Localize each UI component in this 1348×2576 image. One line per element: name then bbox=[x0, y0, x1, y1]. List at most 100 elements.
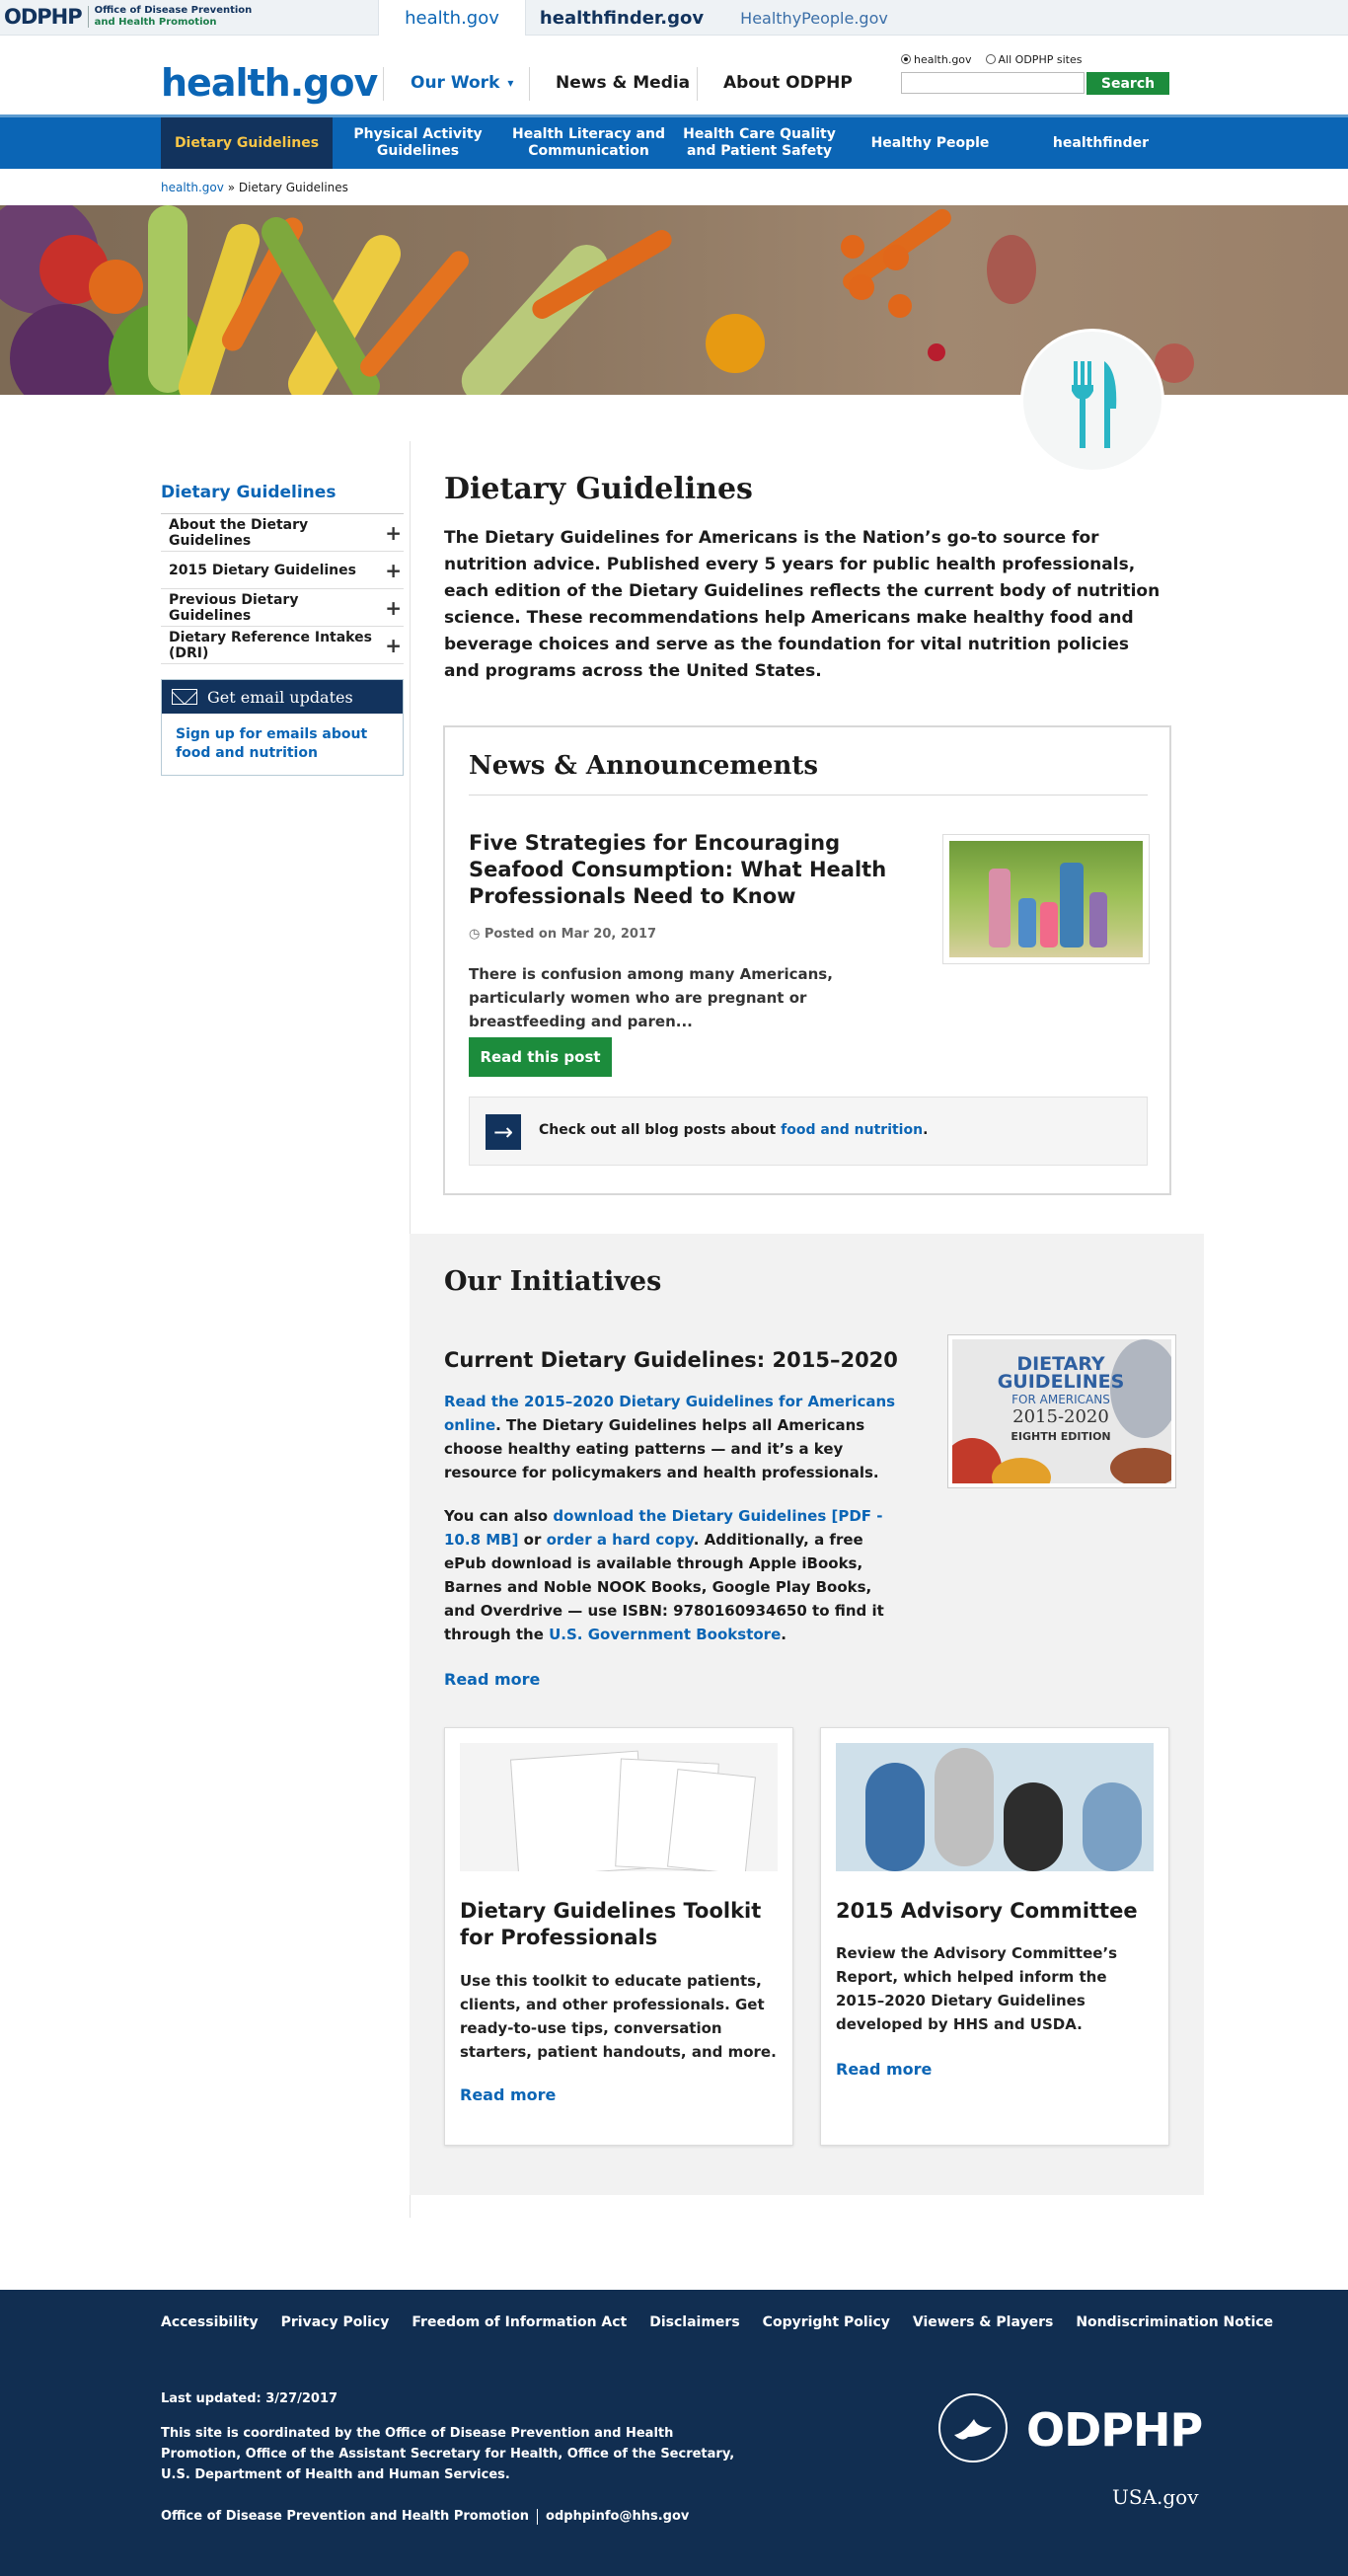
plus-icon[interactable]: + bbox=[385, 521, 402, 545]
sidebar-item-label: About the Dietary Guidelines bbox=[169, 516, 309, 549]
footer-email-link[interactable]: odphpinfo@hhs.gov bbox=[546, 2509, 689, 2525]
nav-our-work-label: Our Work bbox=[411, 73, 500, 93]
odphp-logo-mark: ODPHP bbox=[4, 5, 83, 29]
gov-bookstore-link[interactable]: U.S. Government Bookstore bbox=[549, 1626, 781, 1643]
scope-all-sites[interactable]: All ODPHP sites bbox=[985, 53, 1082, 66]
toolkit-card-title[interactable]: Dietary Guidelines Toolkit for Professio… bbox=[460, 1898, 780, 1951]
footer-odphp-logo[interactable]: ODPHP bbox=[1026, 2403, 1203, 2457]
footer-link-accessibility[interactable]: Accessibility bbox=[161, 2314, 259, 2330]
odphp-logo[interactable]: ODPHP Office of Disease Prevention and He… bbox=[4, 5, 252, 29]
brand-logo[interactable]: health.gov bbox=[161, 61, 378, 105]
advisory-image[interactable] bbox=[836, 1743, 1154, 1871]
order-hard-copy-link[interactable]: order a hard copy bbox=[547, 1531, 694, 1549]
site-footer: Accessibility Privacy Policy Freedom of … bbox=[0, 2290, 1348, 2576]
person-shape bbox=[1083, 1782, 1142, 1871]
advisory-card-title[interactable]: 2015 Advisory Committee bbox=[836, 1898, 1156, 1925]
footer-office: Office of Disease Prevention and Health … bbox=[161, 2509, 530, 2524]
food-nutrition-link[interactable]: food and nutrition bbox=[781, 1122, 923, 1138]
site-tab-healthypeople[interactable]: HealthyPeople.gov bbox=[720, 0, 908, 36]
plus-icon[interactable]: + bbox=[385, 596, 402, 620]
read-post-button[interactable]: Read this post bbox=[469, 1037, 612, 1077]
footer-coordination: This site is coordinated by the Office o… bbox=[161, 2426, 735, 2482]
news-announcements: News & Announcements Five Strategies for… bbox=[443, 725, 1171, 1195]
hhs-seal-icon[interactable] bbox=[938, 2393, 1008, 2462]
cover-line-2: GUIDELINES bbox=[997, 1371, 1125, 1393]
initiatives-read-more[interactable]: Read more bbox=[444, 1670, 540, 1689]
utility-bar: ODPHP Office of Disease Prevention and He… bbox=[0, 0, 1348, 37]
post-date: Posted on Mar 20, 2017 bbox=[484, 927, 657, 942]
plus-icon[interactable]: + bbox=[385, 634, 402, 657]
sidebar-nav: About the Dietary Guidelines + 2015 Dieta… bbox=[161, 513, 404, 664]
footer-links: Accessibility Privacy Policy Freedom of … bbox=[161, 2314, 1273, 2330]
nav-about-odphp[interactable]: About ODPHP bbox=[723, 73, 853, 93]
divider bbox=[529, 67, 530, 101]
radio-selected-icon[interactable] bbox=[901, 54, 911, 64]
pepper-shape bbox=[706, 314, 765, 373]
figure-shape bbox=[1040, 902, 1058, 947]
footer-link-copyright[interactable]: Copyright Policy bbox=[763, 2314, 890, 2330]
initiatives-paragraph-1: Read the 2015–2020 Dietary Guidelines fo… bbox=[444, 1390, 903, 1484]
callout-text: Check out all blog posts about bbox=[539, 1122, 782, 1138]
main-nav-health-literacy[interactable]: Health Literacy and Communication bbox=[503, 117, 674, 169]
footer-link-disclaimers[interactable]: Disclaimers bbox=[649, 2314, 739, 2330]
nav-our-work[interactable]: Our Work ▾ bbox=[411, 73, 513, 93]
person-shape bbox=[1004, 1782, 1063, 1871]
page-intro: The Dietary Guidelines for Americans is … bbox=[444, 528, 1161, 681]
footer-link-foia[interactable]: Freedom of Information Act bbox=[412, 2314, 627, 2330]
envelope-icon bbox=[172, 689, 197, 705]
logo-line-2: and Health Promotion bbox=[94, 17, 217, 28]
post-image[interactable] bbox=[942, 834, 1150, 964]
initiatives-paragraph-2: You can also download the Dietary Guidel… bbox=[444, 1504, 908, 1646]
main-nav-dietary-guidelines[interactable]: Dietary Guidelines bbox=[161, 117, 333, 169]
toolkit-read-more[interactable]: Read more bbox=[460, 2085, 556, 2104]
email-updates-header: Get email updates bbox=[162, 680, 403, 714]
chevron-down-icon: ▾ bbox=[507, 76, 514, 90]
breadcrumb-home[interactable]: health.gov bbox=[161, 181, 224, 194]
leek-shape bbox=[148, 205, 187, 393]
main-nav-physical-activity[interactable]: Physical Activity Guidelines bbox=[333, 117, 503, 169]
site-tab-healthgov[interactable]: health.gov bbox=[378, 0, 526, 37]
figure-shape bbox=[989, 869, 1011, 947]
footer-link-nondiscrimination[interactable]: Nondiscrimination Notice bbox=[1076, 2314, 1273, 2330]
sidebar-item-previous[interactable]: Previous Dietary Guidelines + bbox=[161, 589, 404, 627]
main-nav-healthy-people[interactable]: Healthy People bbox=[845, 117, 1015, 169]
cover-line-4: 2015-2020 bbox=[1012, 1406, 1109, 1427]
cover-line-3: FOR AMERICANS bbox=[1011, 1393, 1110, 1406]
site-tab-healthfinder[interactable]: healthfinder.gov bbox=[533, 0, 711, 36]
eagle-icon bbox=[954, 2419, 992, 2440]
last-updated: Last updated: 3/27/2017 bbox=[161, 2391, 338, 2406]
post-title[interactable]: Five Strategies for Encouraging Seafood … bbox=[469, 830, 913, 910]
sidebar-item-label: 2015 Dietary Guidelines bbox=[169, 562, 356, 578]
search-input[interactable] bbox=[901, 72, 1085, 94]
sidebar-item-2015[interactable]: 2015 Dietary Guidelines + bbox=[161, 552, 404, 589]
divider bbox=[537, 2509, 539, 2525]
main-nav-health-care-quality[interactable]: Health Care Quality and Patient Safety bbox=[674, 117, 845, 169]
sidebar-item-label: Previous Dietary Guidelines bbox=[169, 591, 299, 624]
radio-icon[interactable] bbox=[985, 54, 996, 64]
advisory-read-more[interactable]: Read more bbox=[836, 2060, 932, 2079]
callout-end: . bbox=[923, 1122, 929, 1138]
arrow-right-icon[interactable]: → bbox=[486, 1114, 521, 1150]
sidebar-item-about[interactable]: About the Dietary Guidelines + bbox=[161, 514, 404, 552]
sidebar-item-dri[interactable]: Dietary Reference Intakes (DRI) + bbox=[161, 627, 404, 664]
footer-link-privacy[interactable]: Privacy Policy bbox=[281, 2314, 390, 2330]
toolkit-card: Dietary Guidelines Toolkit for Professio… bbox=[444, 1727, 793, 2146]
nav-news-media[interactable]: News & Media bbox=[556, 73, 690, 93]
sidebar-title[interactable]: Dietary Guidelines bbox=[161, 483, 336, 502]
main-nav-healthfinder[interactable]: healthfinder bbox=[1015, 117, 1186, 169]
blog-callout-text: Check out all blog posts about food and … bbox=[539, 1122, 928, 1138]
footer-link-viewers[interactable]: Viewers & Players bbox=[913, 2314, 1053, 2330]
scope-healthgov[interactable]: health.gov bbox=[901, 53, 972, 66]
search-button[interactable]: Search bbox=[1086, 72, 1169, 95]
guidelines-cover-image[interactable]: DIETARY GUIDELINES FOR AMERICANS 2015-202… bbox=[947, 1334, 1176, 1488]
footer-contact: Office of Disease Prevention and Health … bbox=[161, 2509, 689, 2525]
paragraph-text: . bbox=[781, 1626, 786, 1643]
toolkit-image[interactable] bbox=[460, 1743, 778, 1871]
odphp-logo-text: Office of Disease Prevention and Health P… bbox=[95, 5, 253, 29]
usagov-logo[interactable]: USA.gov bbox=[1112, 2485, 1199, 2509]
fork-knife-icon bbox=[1072, 361, 1117, 448]
email-signup-link[interactable]: Sign up for emails about food and nutrit… bbox=[162, 714, 403, 775]
plus-icon[interactable]: + bbox=[385, 559, 402, 582]
page-title: Dietary Guidelines bbox=[444, 472, 753, 506]
person-shape bbox=[865, 1763, 925, 1871]
